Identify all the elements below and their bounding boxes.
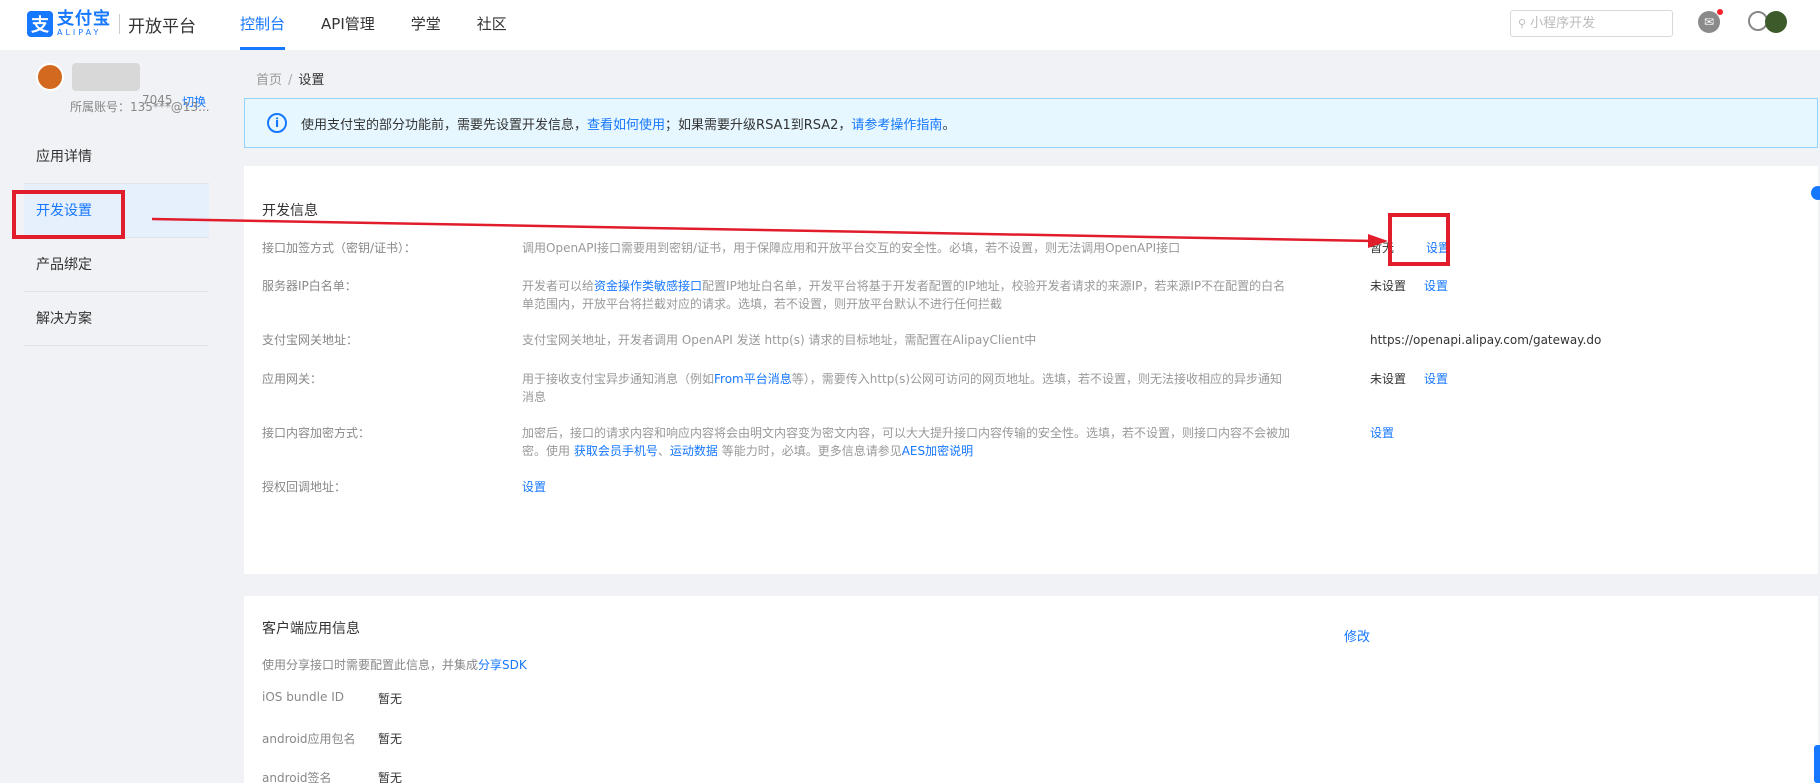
desc-part: 开发者可以给 — [522, 279, 595, 293]
platform-title: 开放平台 — [128, 16, 196, 37]
info-icon: i — [267, 113, 287, 133]
set-app-gateway-button[interactable]: 设置 — [1424, 370, 1448, 388]
breadcrumb-current: 设置 — [298, 73, 325, 88]
side-widget-icon[interactable] — [1811, 186, 1820, 200]
nav-console[interactable]: 控制台 — [240, 0, 286, 50]
highlight-box-sidebar — [12, 190, 125, 239]
member-phone-link[interactable]: 获取会员手机号 — [574, 444, 658, 458]
notice-text: 使用支付宝的部分功能前，需要先设置开发信息，查看如何使用；如果需要升级RSA1到… — [301, 114, 955, 133]
sidebar-item-solutions[interactable]: 解决方案 — [24, 292, 209, 346]
notice-suffix: 。 — [942, 117, 956, 133]
user-menu[interactable] — [1748, 11, 1787, 33]
top-nav: 控制台 API管理 学堂 社区 — [240, 0, 543, 50]
row-value: 暂无 — [378, 692, 403, 706]
top-header: 支 支付宝 ALIPAY 开放平台 控制台 API管理 学堂 社区 ⚲ ✉ — [0, 0, 1820, 50]
highlight-box-set-button — [1388, 213, 1450, 266]
alipay-logo[interactable]: 支 支付宝 ALIPAY 开放平台 — [27, 11, 196, 37]
client-info-card: 客户端应用信息 修改 使用分享接口时需要配置此信息，并集成分享SDK iOS b… — [244, 596, 1818, 783]
row-label: 服务器IP白名单： — [262, 279, 357, 293]
sidebar-item-product-binding[interactable]: 产品绑定 — [24, 238, 209, 292]
row-desc: 开发者可以给资金操作类敏感接口配置IP地址白名单，开发平台将基于开发者配置的IP… — [522, 277, 1292, 313]
sensitive-api-link[interactable]: 资金操作类敏感接口 — [594, 279, 702, 293]
android-package-row: android应用包名 暂无 — [262, 730, 402, 747]
android-signature-row: android签名 暂无 — [262, 769, 402, 783]
row-value: 未设置 — [1370, 279, 1407, 293]
app-avatar — [36, 63, 64, 91]
row-label: android签名 — [262, 771, 332, 783]
user-avatar — [1765, 11, 1787, 33]
row-value: 暂无 — [378, 771, 403, 783]
logo-text: 支付宝 ALIPAY — [57, 11, 111, 37]
row-desc: 用于接收支付宝异步通知消息（例如From平台消息等），需要传入http(s)公网… — [522, 370, 1292, 406]
from-message-link[interactable]: From平台消息 — [714, 372, 792, 386]
logo-cn: 支付宝 — [57, 9, 111, 29]
account-label: 所属账号：135***@13... — [70, 100, 210, 114]
row-label: iOS bundle ID — [262, 690, 344, 704]
row-value: 未设置 — [1370, 372, 1407, 386]
row-label: 支付宝网关地址： — [262, 333, 359, 347]
set-encryption-button[interactable]: 设置 — [1370, 424, 1394, 442]
desc-part: 、 — [657, 444, 670, 458]
row-label: 授权回调地址： — [262, 480, 347, 494]
sidebar: 7045 切换 所属账号：135***@13... 应用详情 开发设置 产品绑定… — [0, 50, 230, 783]
notice-middle: ；如果需要升级RSA1到RSA2， — [665, 117, 852, 133]
breadcrumb: 首页 / 设置 — [256, 69, 324, 88]
share-sdk-link[interactable]: 分享SDK — [478, 658, 527, 672]
notification-bell-icon[interactable]: ✉ — [1698, 9, 1723, 33]
set-auth-callback-button[interactable]: 设置 — [522, 478, 1292, 496]
info-notice: i 使用支付宝的部分功能前，需要先设置开发信息，查看如何使用；如果需要升级RSA… — [244, 98, 1818, 148]
logo-divider — [119, 14, 120, 34]
nav-community[interactable]: 社区 — [477, 0, 507, 50]
search-input[interactable] — [1530, 16, 1661, 31]
notification-badge — [1717, 9, 1723, 15]
row-label: 应用网关： — [262, 372, 323, 386]
ios-bundle-row: iOS bundle ID 暂无 — [262, 690, 402, 706]
desc-part: 等能力时，必填。更多信息请参见 — [717, 444, 902, 458]
row-label: android应用包名 — [262, 732, 356, 746]
row-label: 接口内容加密方式： — [262, 426, 371, 440]
gateway-url-value: https://openapi.alipay.com/gateway.do — [1370, 333, 1602, 347]
search-icon: ⚲ — [1518, 17, 1527, 30]
alipay-logo-icon: 支 — [27, 11, 53, 37]
note-text: 使用分享接口时需要配置此信息，并集成 — [262, 658, 479, 672]
edit-client-info-button[interactable]: 修改 — [1344, 626, 1370, 645]
sport-data-link[interactable]: 运动数据 — [670, 444, 718, 458]
search-box: ⚲ — [1510, 10, 1673, 37]
client-info-note: 使用分享接口时需要配置此信息，并集成分享SDK — [262, 656, 527, 673]
row-desc: 调用OpenAPI接口需要用到密钥/证书，用于保障应用和开放平台交互的安全性。必… — [522, 241, 1181, 255]
logo-en: ALIPAY — [57, 28, 102, 37]
sidebar-item-app-details[interactable]: 应用详情 — [24, 130, 209, 184]
notice-guide-link[interactable]: 请参考操作指南 — [851, 118, 942, 133]
row-value: 暂无 — [378, 732, 403, 746]
row-desc: 支付宝网关地址，开发者调用 OpenAPI 发送 http(s) 请求的目标地址… — [522, 333, 1037, 347]
notice-prefix: 使用支付宝的部分功能前，需要先设置开发信息， — [301, 117, 588, 133]
nav-api-management[interactable]: API管理 — [321, 0, 375, 50]
nav-academy[interactable]: 学堂 — [411, 0, 441, 50]
breadcrumb-home[interactable]: 首页 — [256, 73, 282, 88]
side-feedback-tab[interactable] — [1814, 745, 1820, 783]
desc-part: 用于接收支付宝异步通知消息（例如 — [522, 372, 715, 386]
aes-doc-link[interactable]: AES加密说明 — [902, 444, 973, 458]
set-ip-whitelist-button[interactable]: 设置 — [1424, 277, 1448, 295]
row-label: 接口加签方式（密钥/证书）： — [262, 241, 417, 255]
row-desc: 加密后，接口的请求内容和响应内容将会由明文内容变为密文内容，可以大大提升接口内容… — [522, 424, 1292, 460]
app-name-redacted — [72, 63, 140, 91]
dev-info-title: 开发信息 — [262, 203, 318, 219]
client-info-title: 客户端应用信息 — [262, 621, 360, 637]
breadcrumb-sep: / — [288, 73, 293, 88]
dev-info-card: 开发信息 接口加签方式（密钥/证书）： 调用OpenAPI接口需要用到密钥/证书… — [244, 166, 1818, 574]
notice-how-to-link[interactable]: 查看如何使用 — [587, 118, 665, 133]
